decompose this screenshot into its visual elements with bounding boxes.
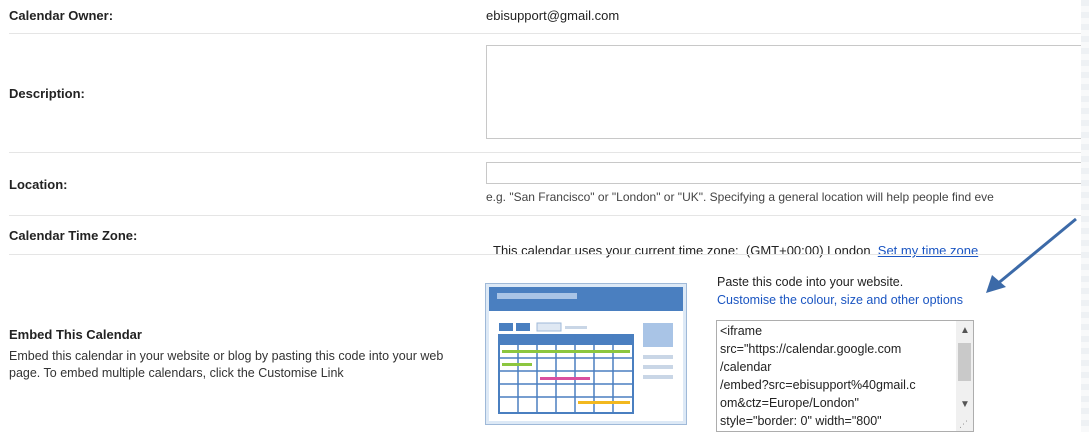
embed-description: Embed this calendar in your website or b… [9,349,444,380]
divider [9,215,1089,216]
divider [9,33,1089,34]
location-label: Location: [9,177,68,192]
description-textarea[interactable] [486,45,1089,139]
owner-label: Calendar Owner: [9,8,114,23]
owner-email: ebisupport@gmail.com [486,8,620,23]
divider [9,152,1089,153]
paste-instruction: Paste this code into your website. [717,275,904,289]
timezone-label: Calendar Time Zone: [9,228,138,243]
code-scrollbar[interactable]: ▲ ▼ ⋰ [956,321,973,431]
customise-link[interactable]: Customise the colour, size and other opt… [717,293,963,307]
calendar-illustration [485,283,687,425]
scroll-down-icon[interactable]: ▼ [960,399,970,410]
embed-code: <iframe src="https://calendar.google.com… [720,324,916,428]
embed-code-textarea[interactable]: <iframe src="https://calendar.google.com… [716,320,974,432]
set-timezone-link[interactable]: Set my time zone [878,243,978,258]
scroll-thumb[interactable] [958,343,971,381]
location-hint: e.g. "San Francisco" or "London" or "UK"… [486,190,994,204]
embed-title: Embed This Calendar [9,327,142,342]
scroll-up-icon[interactable]: ▲ [960,325,970,336]
annotation-arrow-icon [986,217,1077,293]
divider [9,254,1089,255]
location-input[interactable] [486,162,1089,184]
description-label: Description: [9,86,85,101]
page-edge [1081,0,1089,432]
timezone-description: This calendar uses your current time zon… [493,243,871,258]
resize-grip-icon[interactable]: ⋰ [959,419,968,430]
